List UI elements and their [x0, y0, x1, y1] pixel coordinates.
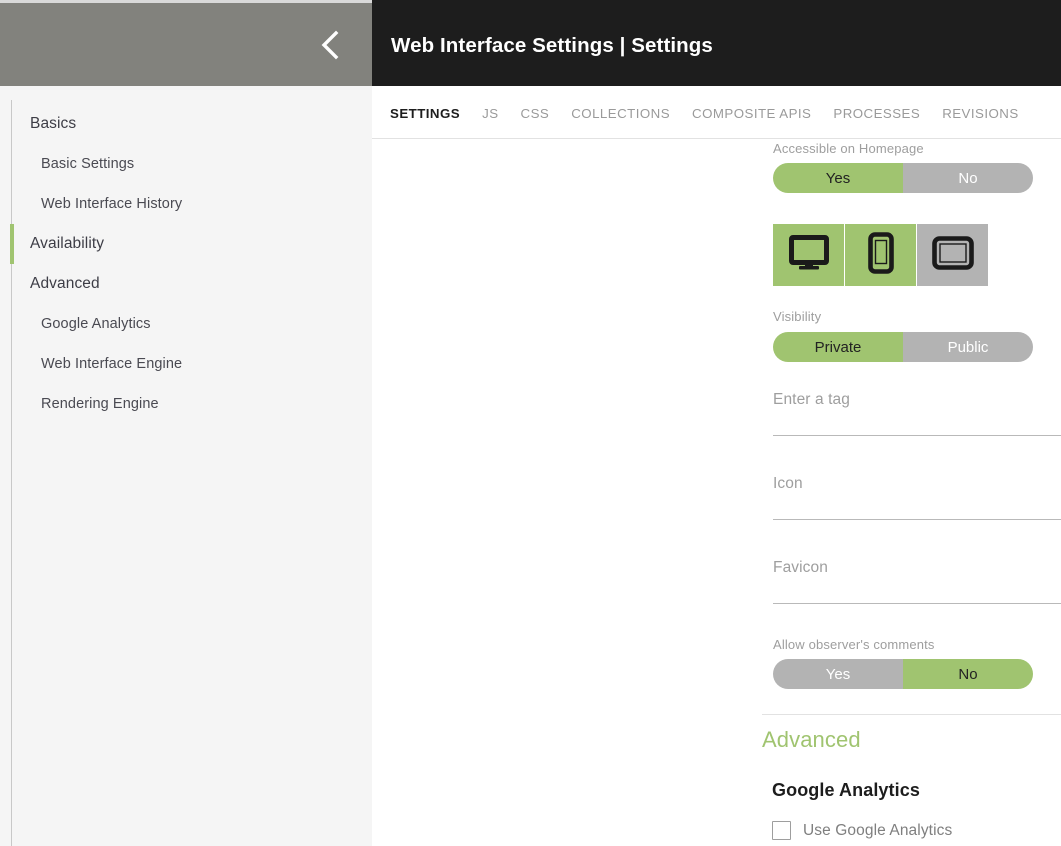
observer-comments-no[interactable]: No	[903, 659, 1033, 689]
tab-list: SETTINGS JS CSS COLLECTIONS COMPOSITE APIS PR…	[390, 86, 1041, 158]
tag-underline	[773, 435, 1061, 436]
tag-field[interactable]: Enter a tag	[773, 391, 1061, 436]
left-panel-header	[0, 3, 372, 86]
sidebar-item-web-interface-engine[interactable]: Web Interface Engine	[0, 344, 372, 384]
icon-underline	[773, 519, 1061, 520]
device-button-tablet[interactable]	[917, 224, 988, 286]
desktop-monitor-icon	[788, 234, 829, 276]
sidebar-active-indicator	[10, 104, 14, 144]
device-button-mobile[interactable]	[845, 224, 917, 286]
sidebar-active-indicator	[10, 144, 14, 184]
sidebar-active-indicator	[10, 184, 14, 224]
google-analytics-title: Google Analytics	[772, 780, 920, 800]
sidebar-item-basics[interactable]: Basics	[0, 104, 372, 144]
sidebar-item-advanced[interactable]: Advanced	[0, 264, 372, 304]
favicon-field[interactable]: Favicon	[773, 559, 1061, 604]
favicon-input-placeholder: Favicon	[773, 559, 828, 576]
device-button-desktop[interactable]	[773, 224, 845, 286]
chevron-left-icon	[319, 29, 341, 61]
use-google-analytics-checkbox[interactable]	[772, 821, 791, 840]
icon-input-placeholder: Icon	[773, 475, 803, 492]
sidebar-active-indicator	[10, 304, 14, 344]
sidebar-item-availability[interactable]: Availability	[0, 224, 372, 264]
use-google-analytics-checkbox-row[interactable]: Use Google Analytics	[772, 821, 952, 840]
sidebar-item-label: Availability	[30, 235, 105, 252]
settings-form: Accessible on Homepage Yes No Visibility…	[372, 139, 1061, 846]
sidebar-item-label: Basic Settings	[41, 156, 135, 172]
accessible-on-homepage-label: Accessible on Homepage	[773, 141, 924, 156]
observer-comments-yes[interactable]: Yes	[773, 659, 903, 689]
visibility-public[interactable]: Public	[903, 332, 1033, 362]
visibility-label: Visibility	[773, 309, 822, 324]
sidebar-item-label: Google Analytics	[41, 316, 151, 332]
sidebar-active-indicator	[10, 344, 14, 384]
visibility-toggle[interactable]: Private Public	[773, 332, 1033, 362]
tablet-icon	[931, 235, 974, 275]
sidebar-item-label: Web Interface History	[41, 196, 183, 212]
page-title: Web Interface Settings | Settings	[391, 34, 713, 57]
sidebar-item-label: Rendering Engine	[41, 396, 159, 412]
sidebar-item-web-interface-history[interactable]: Web Interface History	[0, 184, 372, 224]
title-bar: Web Interface Settings | Settings	[372, 3, 1061, 86]
accessible-on-homepage-no[interactable]: No	[903, 163, 1033, 193]
sidebar-active-indicator	[10, 264, 14, 304]
tab-bar: SETTINGS JS CSS COLLECTIONS COMPOSITE APIS PR…	[372, 86, 1061, 158]
sidebar-item-label: Web Interface Engine	[41, 356, 183, 372]
device-selector	[773, 224, 988, 286]
section-divider	[762, 714, 1061, 715]
right-panel: Web Interface Settings | Settings SETTIN…	[372, 3, 1061, 846]
sidebar-item-label: Advanced	[30, 275, 100, 292]
sidebar-active-indicator	[10, 224, 14, 264]
favicon-underline	[773, 603, 1061, 604]
advanced-section-title: Advanced	[762, 727, 861, 752]
accessible-on-homepage-yes[interactable]: Yes	[773, 163, 903, 193]
sidebar-item-rendering-engine[interactable]: Rendering Engine	[0, 384, 372, 424]
mobile-phone-icon	[867, 231, 894, 279]
sidebar-item-google-analytics[interactable]: Google Analytics	[0, 304, 372, 344]
visibility-private[interactable]: Private	[773, 332, 903, 362]
back-button[interactable]	[310, 25, 350, 65]
observer-comments-toggle[interactable]: Yes No	[773, 659, 1033, 689]
accessible-on-homepage-toggle[interactable]: Yes No	[773, 163, 1033, 193]
sidebar-active-indicator	[10, 384, 14, 424]
icon-field[interactable]: Icon	[773, 475, 1061, 520]
sidebar-navigation: Basics Basic Settings Web Interface Histor…	[0, 86, 372, 846]
left-panel: Basics Basic Settings Web Interface Histor…	[0, 3, 372, 846]
tag-input-placeholder: Enter a tag	[773, 391, 850, 408]
use-google-analytics-label: Use Google Analytics	[803, 821, 953, 839]
sidebar-item-basic-settings[interactable]: Basic Settings	[0, 144, 372, 184]
observer-comments-label: Allow observer's comments	[773, 637, 935, 652]
